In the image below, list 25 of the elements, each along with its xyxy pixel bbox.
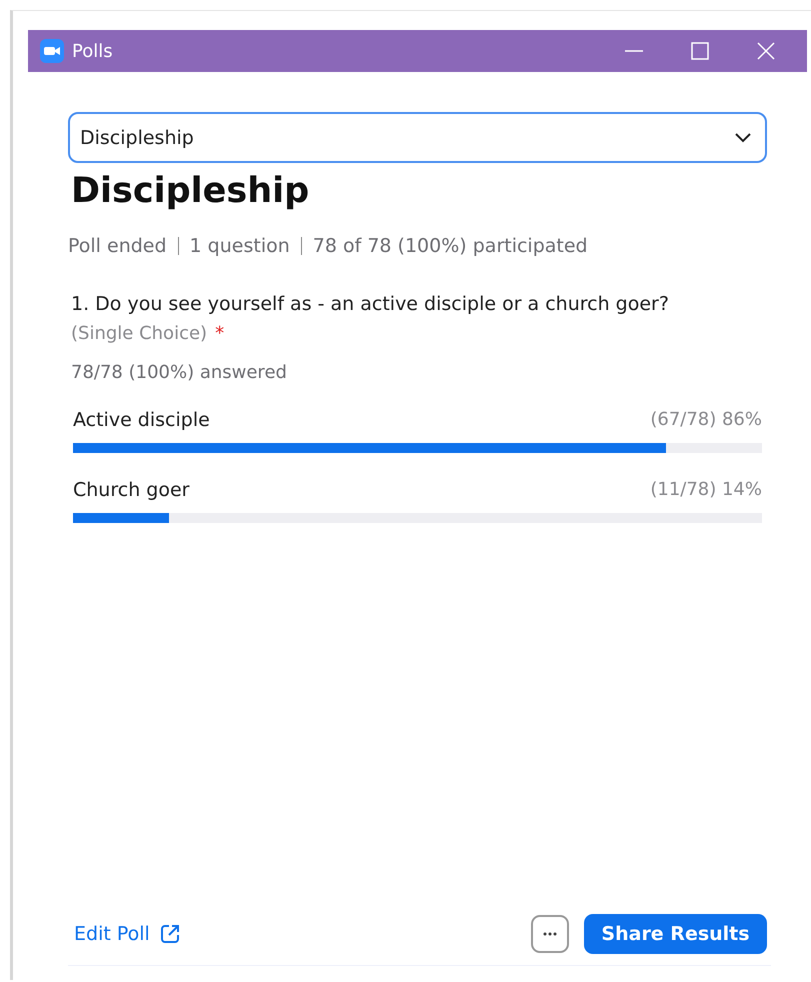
dropdown-value: Discipleship <box>80 126 194 148</box>
option-label: Church goer <box>73 479 190 501</box>
question-text: 1. Do you see yourself as - an active disciple or a church goer? <box>71 293 670 315</box>
window-title: Polls <box>72 40 114 62</box>
ellipsis-icon <box>543 932 557 936</box>
required-mark: * <box>215 323 224 344</box>
camera-icon <box>40 39 64 63</box>
option-label: Active disciple <box>73 409 210 431</box>
poll-title: Discipleship <box>71 171 310 211</box>
poll-meta: 78 of 78 (100%) participated <box>312 235 588 257</box>
external-link-icon <box>160 924 180 944</box>
maximize-icon <box>691 42 709 60</box>
answered-count: 78/78 (100%) answered <box>71 362 288 383</box>
option-result: (11/78) 14% <box>650 479 762 501</box>
more-button[interactable] <box>531 915 569 953</box>
poll-meta: Poll ended <box>68 235 167 257</box>
poll-dropdown[interactable]: Discipleship <box>68 112 767 163</box>
chevron-down-icon <box>735 132 751 142</box>
close-icon <box>757 42 775 60</box>
share-results-button[interactable]: Share Results <box>584 914 767 954</box>
minimize-icon <box>625 50 643 52</box>
poll-meta: 1 question <box>190 235 290 257</box>
question-type: (Single Choice) <box>71 323 208 344</box>
option-result: (67/78) 86% <box>650 409 762 431</box>
edit-poll-link[interactable]: Edit Poll <box>74 923 180 945</box>
